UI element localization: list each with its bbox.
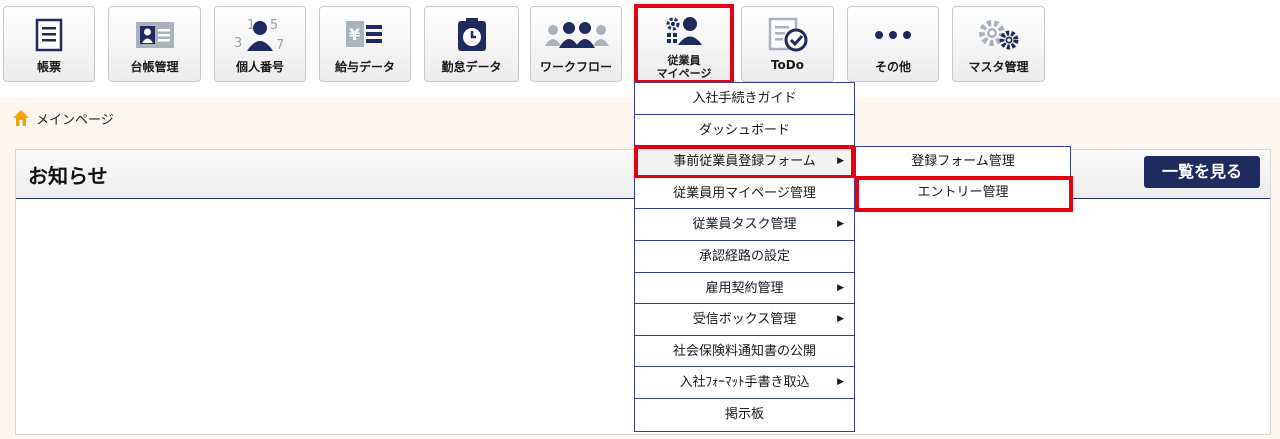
toolbar-label: 従業員 マイページ — [638, 54, 730, 80]
menu-item-label: 雇用契約管理 — [705, 280, 784, 296]
toolbar-label: 勤怠データ — [441, 60, 502, 74]
svg-text:3: 3 — [234, 36, 242, 51]
menu-item-label: 入社手続きガイド — [692, 91, 797, 106]
menu-item-label: 登録フォーム管理 — [911, 154, 1015, 169]
submenu-arrow-icon: ▶ — [837, 282, 844, 293]
id-card-icon — [109, 17, 200, 53]
toolbar-label: 個人番号 — [235, 60, 284, 74]
menu-item-task-management[interactable]: 従業員タスク管理 ▶ — [635, 209, 854, 241]
more-dots-icon — [848, 17, 938, 53]
submenu-item-form-management[interactable]: 登録フォーム管理 — [856, 147, 1070, 178]
menu-item-pre-registration-form[interactable]: 事前従業員登録フォーム ▶ — [634, 145, 855, 179]
toolbar-label-line2: マイページ — [656, 67, 712, 80]
toolbar-button-my-number[interactable]: 1537 個人番号 — [214, 6, 306, 82]
menu-item-label: エントリー管理 — [917, 185, 1009, 200]
document-list-icon — [4, 17, 94, 53]
submenu-item-entry-management[interactable]: エントリー管理 — [856, 178, 1070, 209]
people-flow-icon — [531, 17, 621, 53]
menu-item-label: 従業員タスク管理 — [692, 217, 797, 233]
notice-title: お知らせ — [28, 164, 108, 188]
svg-text:5: 5 — [270, 18, 278, 33]
menu-item-label: 掲示板 — [724, 406, 764, 422]
home-icon — [13, 110, 29, 126]
toolbar-button-register-mgmt[interactable]: 台帳管理 — [108, 6, 201, 82]
employee-mypage-menu: 入社手続きガイド ダッシュボード 事前従業員登録フォーム ▶ 従業員用マイページ管… — [634, 82, 855, 432]
toolbar-label: マスタ管理 — [968, 60, 1029, 74]
submenu-arrow-icon: ▶ — [837, 219, 844, 230]
toolbar-label: 給与データ — [334, 60, 395, 74]
toolbar-button-employee-mypage[interactable]: 従業員 マイページ — [634, 4, 734, 84]
menu-item-label: 従業員用マイページ管理 — [673, 185, 816, 201]
time-clock-icon — [425, 17, 518, 53]
menu-item-insurance-notice[interactable]: 社会保険料通知書の公開 — [635, 335, 854, 368]
menu-item-label: 承認経路の設定 — [698, 248, 790, 264]
person-number-icon: 1537 — [215, 17, 305, 53]
toolbar-label: ToDo — [770, 58, 805, 72]
menu-item-label: 社会保険料通知書の公開 — [672, 343, 816, 359]
toolbar-button-payroll-data[interactable]: ¥ 給与データ — [319, 6, 411, 82]
menu-item-label: 入社ﾌｫｰﾏｯﾄ手書き取込 — [679, 375, 810, 391]
toolbar-label: 台帳管理 — [130, 60, 179, 74]
toolbar-label: ワークフロー — [539, 60, 612, 74]
checklist-icon — [742, 17, 833, 53]
yen-list-icon: ¥ — [320, 17, 410, 53]
breadcrumb-label: メインページ — [36, 112, 114, 128]
menu-item-employment-contract[interactable]: 雇用契約管理 ▶ — [635, 272, 854, 305]
menu-item-label: 事前従業員登録フォーム — [673, 154, 816, 170]
toolbar-label: その他 — [874, 60, 911, 74]
menu-item-bulletin-board[interactable]: 掲示板 — [635, 398, 854, 431]
menu-item-label: 受信ボックス管理 — [692, 312, 797, 328]
menu-item-dashboard[interactable]: ダッシュボード — [635, 114, 854, 147]
submenu-arrow-icon: ▶ — [837, 314, 844, 325]
employee-gear-icon — [638, 16, 730, 46]
submenu-arrow-icon: ▶ — [837, 156, 844, 167]
view-all-button[interactable]: 一覧を見る — [1144, 156, 1260, 188]
toolbar-button-workflow[interactable]: ワークフロー — [530, 6, 622, 82]
menu-item-inbox-management[interactable]: 受信ボックス管理 ▶ — [635, 304, 854, 336]
pre-registration-submenu: 登録フォーム管理 エントリー管理 — [855, 146, 1071, 210]
menu-item-onboarding-guide[interactable]: 入社手続きガイド — [635, 83, 854, 115]
svg-text:7: 7 — [276, 38, 284, 53]
gears-icon — [953, 17, 1044, 53]
toolbar-button-others[interactable]: その他 — [847, 6, 939, 82]
toolbar-button-attendance-data[interactable]: 勤怠データ — [424, 6, 519, 82]
svg-text:¥: ¥ — [349, 25, 360, 44]
toolbar-label: 帳票 — [36, 60, 61, 74]
menu-item-mypage-management[interactable]: 従業員用マイページ管理 — [635, 177, 854, 210]
toolbar-label-line1: 従業員 — [667, 54, 701, 67]
toolbar-button-master-mgmt[interactable]: マスタ管理 — [952, 6, 1045, 82]
menu-item-handwritten-import[interactable]: 入社ﾌｫｰﾏｯﾄ手書き取込 ▶ — [635, 367, 854, 399]
toolbar-button-todo[interactable]: ToDo — [741, 6, 834, 82]
breadcrumb[interactable]: メインページ — [12, 108, 114, 128]
toolbar-button-ledger-forms[interactable]: 帳票 — [3, 6, 95, 82]
submenu-arrow-icon: ▶ — [837, 377, 844, 388]
menu-item-approval-route[interactable]: 承認経路の設定 — [635, 240, 854, 273]
menu-item-label: ダッシュボード — [698, 122, 790, 138]
